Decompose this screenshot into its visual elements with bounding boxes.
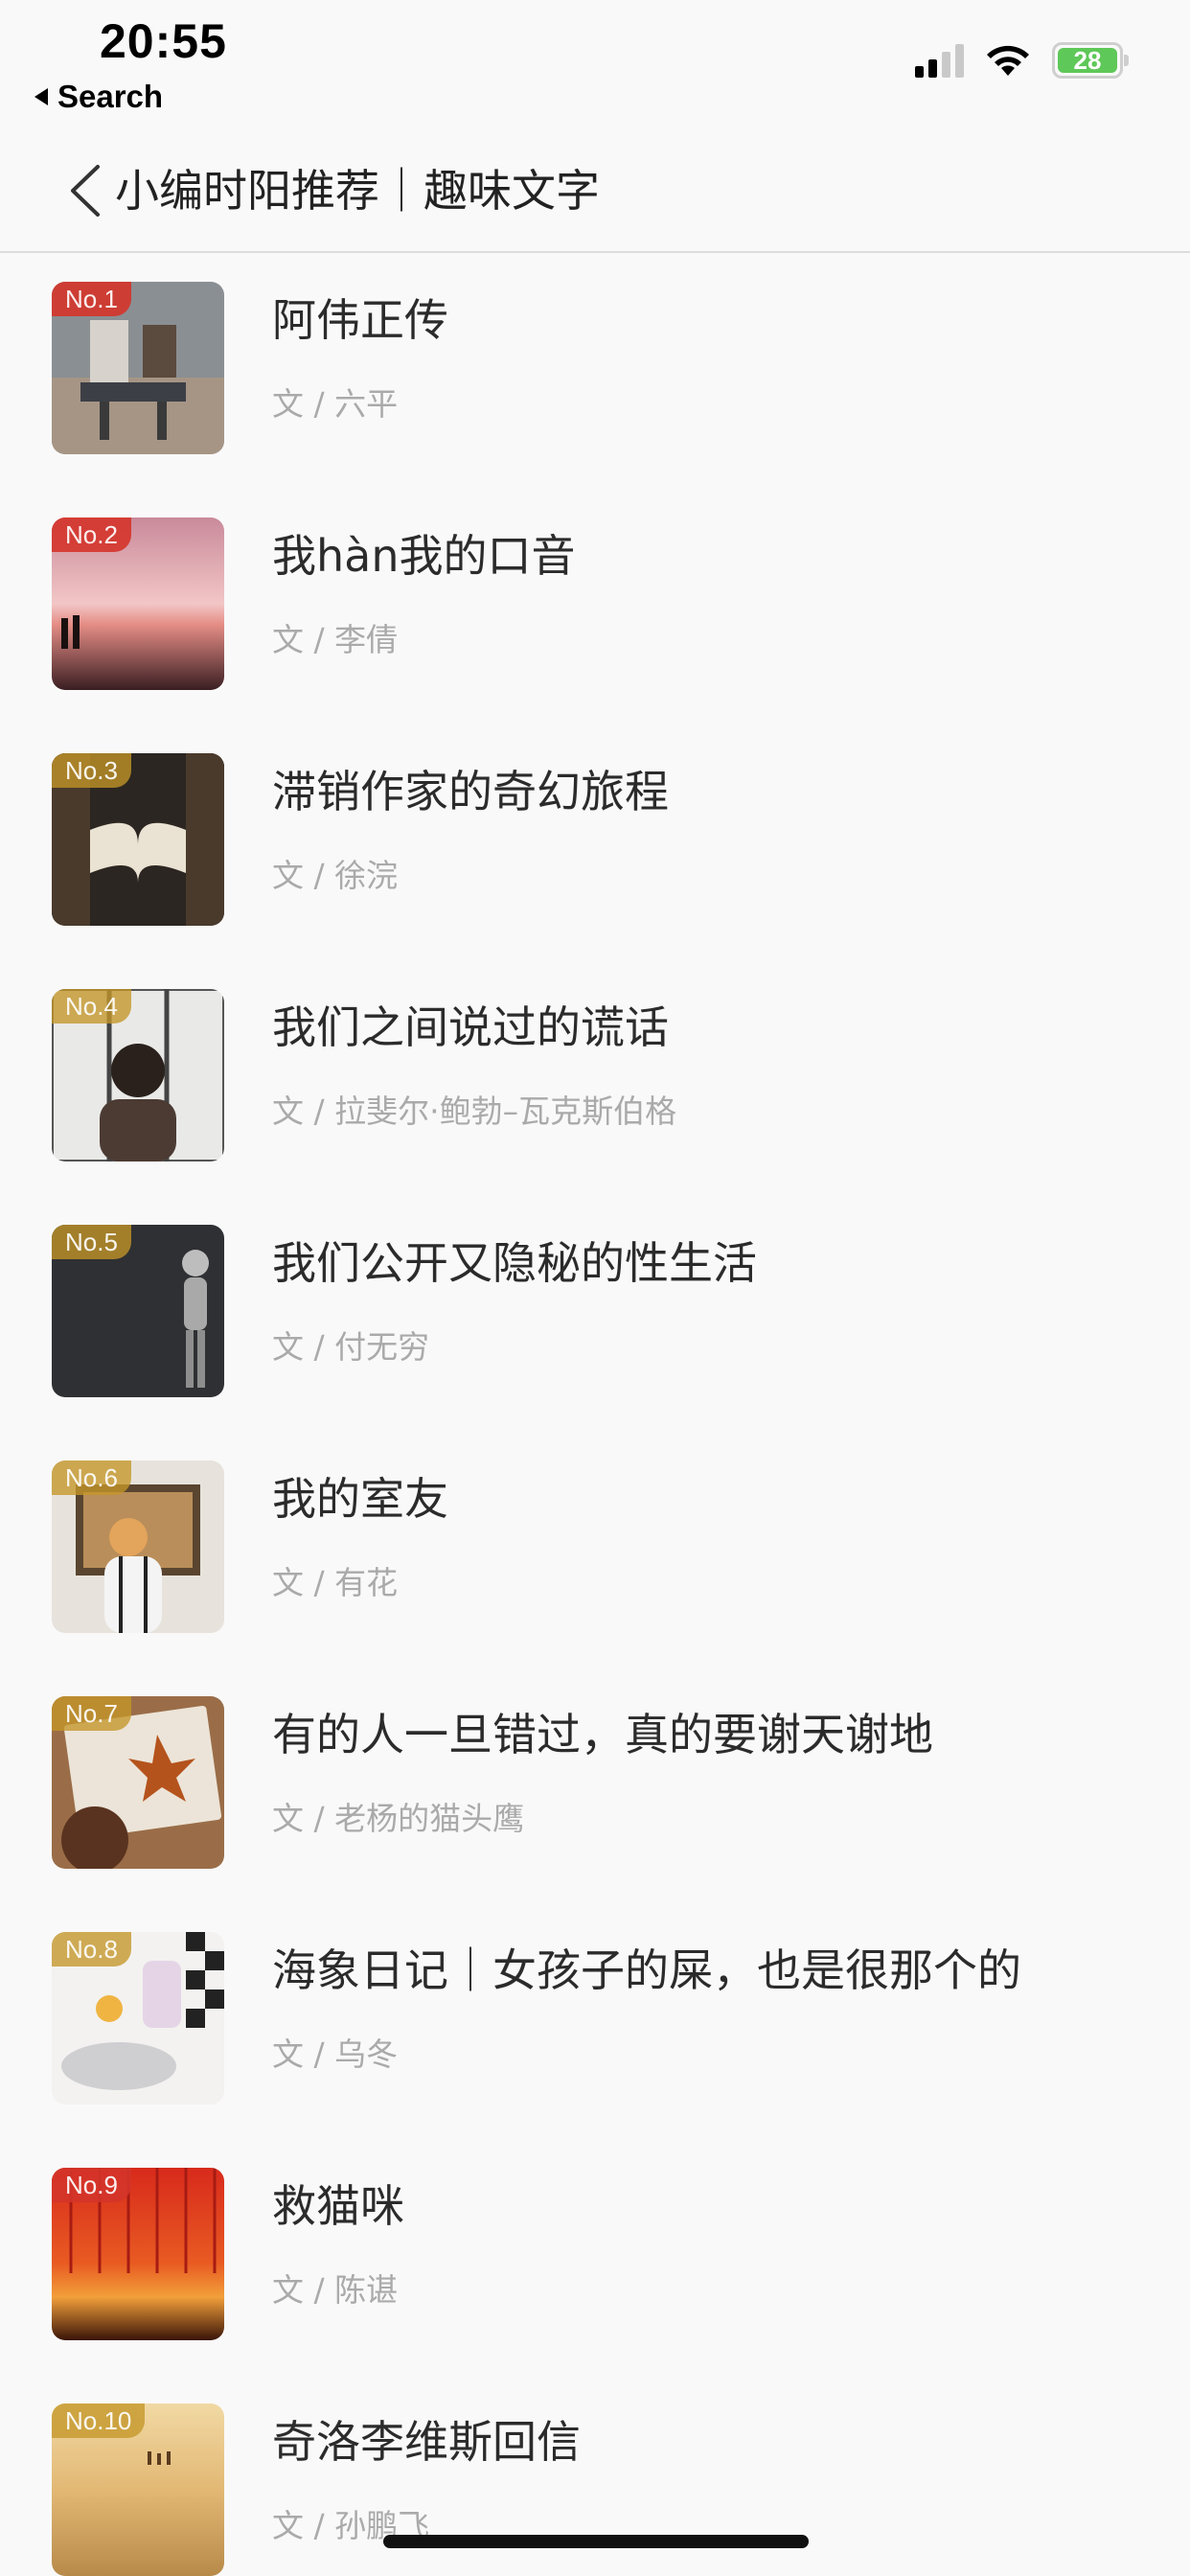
article-author: 文 / 付无穷	[272, 1328, 430, 1366]
rank-badge: No.3	[52, 753, 131, 788]
chevron-left-icon	[71, 165, 100, 217]
status-indicators: 28	[915, 42, 1129, 79]
article-thumbnail: No.2	[52, 518, 224, 690]
article-title: 奇洛李维斯回信	[272, 2416, 581, 2468]
battery-icon: 28	[1052, 42, 1129, 79]
list-item-8[interactable]: No.8 海象日记｜女孩子的屎，也是很那个的 文 / 乌冬	[0, 1932, 1190, 2104]
article-thumbnail: No.5	[52, 1225, 224, 1397]
home-indicator[interactable]	[383, 2535, 809, 2548]
article-thumbnail: No.7	[52, 1696, 224, 1869]
rank-badge: No.2	[52, 518, 131, 552]
rank-badge: No.10	[52, 2404, 146, 2438]
article-author: 文 / 徐浣	[272, 857, 399, 894]
rank-badge: No.8	[52, 1932, 131, 1966]
back-to-app-label: Search	[57, 79, 164, 114]
article-title: 我的室友	[272, 1473, 448, 1525]
article-author: 文 / 拉斐尔·鲍勃–瓦克斯伯格	[272, 1092, 677, 1130]
article-title: 滞销作家的奇幻旅程	[272, 766, 669, 817]
rank-badge: No.9	[52, 2168, 131, 2202]
back-button[interactable]	[57, 157, 115, 224]
article-title: 我们之间说过的谎话	[272, 1001, 669, 1053]
article-author: 文 / 陈谌	[272, 2271, 399, 2309]
status-bar: 20:55 Search 28	[0, 0, 1190, 134]
back-triangle-icon	[34, 88, 48, 105]
list-item-7[interactable]: No.7 有的人一旦错过，真的要谢天谢地 文 / 老杨的猫头鹰	[0, 1696, 1190, 1869]
article-author: 文 / 六平	[272, 385, 399, 423]
article-thumbnail: No.10	[52, 2404, 224, 2576]
article-thumbnail: No.6	[52, 1460, 224, 1633]
article-title: 海象日记｜女孩子的屎，也是很那个的	[272, 1944, 1021, 1996]
rank-badge: No.5	[52, 1225, 131, 1259]
article-author: 文 / 有花	[272, 1564, 399, 1601]
back-to-app-link[interactable]: Search	[34, 79, 163, 115]
article-author: 文 / 乌冬	[272, 2036, 399, 2073]
list-item-6[interactable]: No.6 我的室友 文 / 有花	[0, 1460, 1190, 1633]
article-thumbnail: No.9	[52, 2168, 224, 2340]
nav-header: 小编时阳推荐｜趣味文字	[0, 134, 1190, 253]
article-thumbnail: No.4	[52, 989, 224, 1162]
article-title: 有的人一旦错过，真的要谢天谢地	[272, 1709, 933, 1760]
wifi-icon	[987, 45, 1029, 76]
cellular-signal-icon	[915, 43, 964, 78]
article-thumbnail: No.1	[52, 282, 224, 454]
article-author: 文 / 老杨的猫头鹰	[272, 1800, 525, 1837]
list-item-2[interactable]: No.2 我hàn我的口音 文 / 李倩	[0, 518, 1190, 690]
list-item-9[interactable]: No.9 救猫咪 文 / 陈谌	[0, 2168, 1190, 2340]
list-item-5[interactable]: No.5 我们公开又隐秘的性生活 文 / 付无穷	[0, 1225, 1190, 1397]
article-title: 我们公开又隐秘的性生活	[272, 1237, 757, 1289]
rank-badge: No.1	[52, 282, 131, 316]
battery-level-label: 28	[1058, 46, 1117, 75]
rank-badge: No.4	[52, 989, 131, 1024]
rank-badge: No.6	[52, 1460, 131, 1495]
article-thumbnail: No.8	[52, 1932, 224, 2104]
list-item-4[interactable]: No.4 我们之间说过的谎话 文 / 拉斐尔·鲍勃–瓦克斯伯格	[0, 989, 1190, 1162]
article-author: 文 / 李倩	[272, 621, 399, 658]
article-title: 救猫咪	[272, 2180, 404, 2232]
list-item-3[interactable]: No.3 滞销作家的奇幻旅程 文 / 徐浣	[0, 753, 1190, 926]
list-item-10[interactable]: No.10 奇洛李维斯回信 文 / 孙鹏飞	[0, 2404, 1190, 2576]
page-title: 小编时阳推荐｜趣味文字	[115, 165, 600, 217]
status-time: 20:55	[100, 14, 227, 68]
article-title: 阿伟正传	[272, 294, 448, 346]
rank-badge: No.7	[52, 1696, 131, 1731]
article-thumbnail: No.3	[52, 753, 224, 926]
list-item-1[interactable]: No.1 阿伟正传 文 / 六平	[0, 282, 1190, 454]
article-title: 我hàn我的口音	[272, 530, 576, 582]
